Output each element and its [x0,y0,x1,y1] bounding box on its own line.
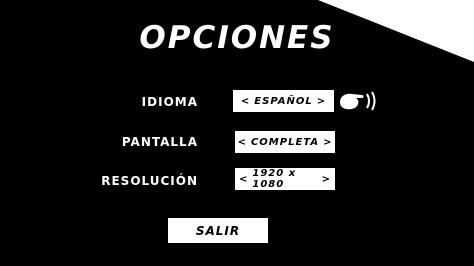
display-prev-arrow[interactable]: < [234,137,251,148]
display-label: PANTALLA [121,135,198,149]
resolution-value: 1920 x 1080 [252,168,297,190]
resolution-selector[interactable]: < 1920 x 1080 > [235,168,335,190]
display-value: COMPLETA [250,136,320,148]
language-selector[interactable]: < ESPAÑOL > [233,90,334,112]
page-title: OPCIONES [139,20,335,56]
resolution-prev-arrow[interactable]: < [235,174,252,185]
display-next-arrow[interactable]: > [319,137,336,148]
language-next-arrow[interactable]: > [313,96,330,107]
language-label: IDIOMA [141,95,198,109]
resolution-next-arrow[interactable]: > [318,174,335,185]
exit-button[interactable]: SALIR [168,218,268,243]
resolution-label: RESOLUCIÓN [101,174,198,188]
language-prev-arrow[interactable]: < [237,96,254,107]
pointing-hand-icon [340,91,376,111]
display-mode-selector[interactable]: < COMPLETA > [235,131,335,153]
language-value: ESPAÑOL [254,95,313,107]
